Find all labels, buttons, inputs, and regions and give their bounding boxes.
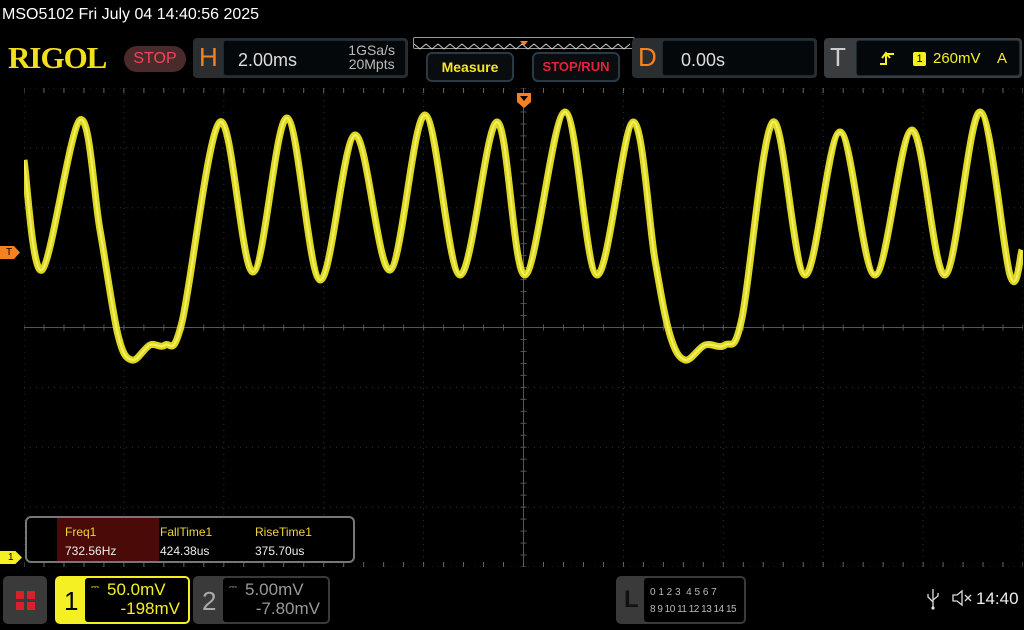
dc-coupling-icon: ⎓ <box>229 582 237 593</box>
channel1-number: 1 <box>64 586 79 616</box>
logic-channels-row1: 0 1 2 3 4 5 6 7 <box>650 587 717 598</box>
delay-value: 0.00s <box>681 50 726 70</box>
channel1-button[interactable]: 1 ⎓ 50.0mV -198mV <box>55 576 190 624</box>
channel2-button[interactable]: 2 ⎓ 5.00mV -7.80mV <box>193 576 330 624</box>
measurement-falltime[interactable]: FallTime1 424.38us <box>160 523 212 561</box>
rigol-logo: RIGOL <box>8 40 107 75</box>
delay-label: D <box>638 42 657 72</box>
measurement-freq[interactable]: Freq1 732.56Hz <box>65 523 116 561</box>
trigger-panel[interactable]: T 1 260mV A <box>824 38 1022 78</box>
measurement-value: 732.56Hz <box>65 544 117 558</box>
measurement-value: 424.38us <box>160 544 210 558</box>
waveform-overview-icon <box>413 41 631 50</box>
menu-button[interactable] <box>3 576 47 624</box>
measure-button[interactable]: Measure <box>426 52 514 82</box>
channel1-offset: -198mV <box>120 599 180 618</box>
measurement-risetime[interactable]: RiseTime1 375.70us <box>255 523 312 561</box>
logic-button[interactable]: L 0 1 2 3 4 5 6 7 8 9 10 11 12 13 14 15 <box>616 576 746 624</box>
horizontal-panel[interactable]: H 2.00ms 1GSa/s 20Mpts <box>193 38 408 78</box>
measurement-value: 375.70us <box>255 544 305 558</box>
usb-icon <box>927 589 939 610</box>
dc-coupling-icon: ⎓ <box>91 582 99 593</box>
clock: 14:40 <box>976 589 1019 608</box>
horizontal-label: H <box>199 42 218 72</box>
measurement-label: RiseTime1 <box>255 525 312 539</box>
logic-channels-row2: 8 9 10 11 12 13 14 15 <box>650 604 737 615</box>
run-state-badge[interactable]: STOP <box>124 46 186 72</box>
trigger-label: T <box>830 42 846 72</box>
trigger-mode: A <box>997 50 1008 67</box>
measurement-label: FallTime1 <box>160 525 213 539</box>
graticule <box>24 88 1023 567</box>
trigger-level-marker[interactable]: T <box>0 246 20 259</box>
waveform-display[interactable] <box>24 88 1023 567</box>
channel1-scale: 50.0mV <box>107 580 166 599</box>
measurement-panel: Freq1 732.56Hz FallTime1 424.38us RiseTime… <box>25 516 355 563</box>
channel1-offset-marker[interactable]: 1 <box>0 551 22 564</box>
acquisition-info: 1GSa/s 20Mpts <box>348 43 395 71</box>
trigger-level: 260mV <box>933 50 981 67</box>
memory-depth: 20Mpts <box>348 56 395 72</box>
channel2-offset: -7.80mV <box>255 599 320 618</box>
logic-label: L <box>624 586 639 613</box>
sample-rate: 1GSa/s <box>348 42 395 58</box>
stop-run-button[interactable]: STOP/RUN <box>532 52 620 82</box>
channel2-number: 2 <box>202 586 217 616</box>
channel2-scale: 5.00mV <box>245 580 304 599</box>
window-title: MSO5102 Fri July 04 14:40:56 2025 <box>2 6 260 23</box>
trigger-source: 1 <box>913 52 926 66</box>
speaker-muted-icon[interactable] <box>951 589 973 607</box>
bottom-bar: 1 ⎓ 50.0mV -198mV 2 ⎓ 5.00mV -7.80mV L 0… <box>0 570 1024 630</box>
memory-overview-strip <box>413 37 635 50</box>
measurement-label: Freq1 <box>65 525 97 539</box>
rising-edge-icon <box>880 51 894 65</box>
grid-menu-icon <box>16 591 35 610</box>
delay-panel[interactable]: D 0.00s <box>632 38 817 78</box>
timebase-value: 2.00ms <box>238 50 298 70</box>
